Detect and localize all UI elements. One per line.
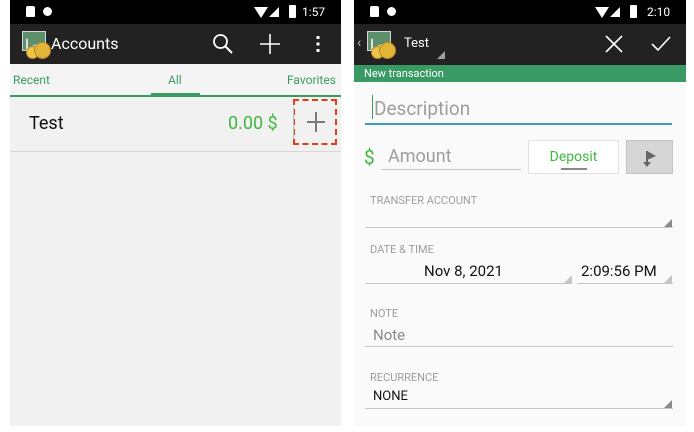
tab-all[interactable]: All <box>168 73 182 87</box>
app-logo-icon <box>365 31 396 59</box>
sd-card-icon <box>26 6 35 17</box>
deposit-toggle-button[interactable]: Deposit <box>528 140 619 174</box>
status-bar: 2:10 <box>354 0 686 24</box>
notification-dot-icon <box>387 7 396 16</box>
tab-recent[interactable]: Recent <box>13 73 50 87</box>
split-icon <box>640 148 660 172</box>
dropdown-arrow-icon <box>664 219 672 227</box>
dropdown-arrow-icon <box>664 400 672 408</box>
battery-icon <box>289 5 296 18</box>
account-name: Test <box>29 113 64 134</box>
amount-input: Amount <box>388 146 452 167</box>
text-cursor <box>372 95 373 119</box>
action-bar: ‹ Test <box>354 24 686 65</box>
search-icon[interactable] <box>211 32 235 56</box>
status-bar: 1:57 <box>10 0 341 24</box>
sd-card-icon <box>370 6 379 17</box>
list-item[interactable]: Test 0.00 $ <box>10 97 341 152</box>
status-time: 2:10 <box>647 5 671 19</box>
new-transaction-banner: New transaction <box>354 65 686 82</box>
split-transaction-button[interactable] <box>626 140 673 174</box>
close-icon[interactable] <box>602 32 626 56</box>
action-bar: Accounts <box>10 24 341 64</box>
account-spinner-label: Test <box>404 36 429 51</box>
recurrence-value: NONE <box>373 389 408 404</box>
account-tabs: Recent All Favorites <box>10 64 341 97</box>
app-logo-icon <box>20 31 51 59</box>
overflow-menu-icon[interactable] <box>306 32 330 56</box>
time-value: 2:09:56 PM <box>581 262 657 280</box>
status-time: 1:57 <box>302 5 326 19</box>
deposit-button-label: Deposit <box>549 149 598 165</box>
page-title: Accounts <box>51 34 119 53</box>
description-input: Description <box>374 97 471 120</box>
note-label: NOTE <box>370 307 399 320</box>
accounts-screen: 1:57 Accounts Recent All Favorites Test … <box>10 0 341 426</box>
cell-signal-icon <box>269 7 279 17</box>
checkmark-icon[interactable] <box>649 32 673 56</box>
plus-icon[interactable] <box>258 32 282 56</box>
description-underline <box>365 123 672 125</box>
wifi-icon <box>595 7 609 18</box>
dropdown-arrow-icon <box>437 51 445 59</box>
back-chevron-icon[interactable]: ‹ <box>357 35 361 51</box>
new-transaction-screen: 2:10 ‹ Test New transaction Description … <box>354 0 686 426</box>
currency-symbol: $ <box>364 146 375 169</box>
cell-signal-icon <box>610 7 620 17</box>
recurrence-label: RECURRENCE <box>370 371 439 384</box>
tab-favorites[interactable]: Favorites <box>287 73 336 87</box>
date-time-label: DATE & TIME <box>370 243 434 256</box>
account-balance: 0.00 $ <box>228 113 278 134</box>
note-input: Note <box>373 326 406 344</box>
notification-dot-icon <box>43 7 52 16</box>
add-transaction-button[interactable] <box>293 99 337 145</box>
transfer-account-label: TRANSFER ACCOUNT <box>370 194 478 207</box>
wifi-icon <box>254 7 268 18</box>
battery-icon <box>630 5 637 18</box>
date-value: Nov 8, 2021 <box>424 262 503 280</box>
